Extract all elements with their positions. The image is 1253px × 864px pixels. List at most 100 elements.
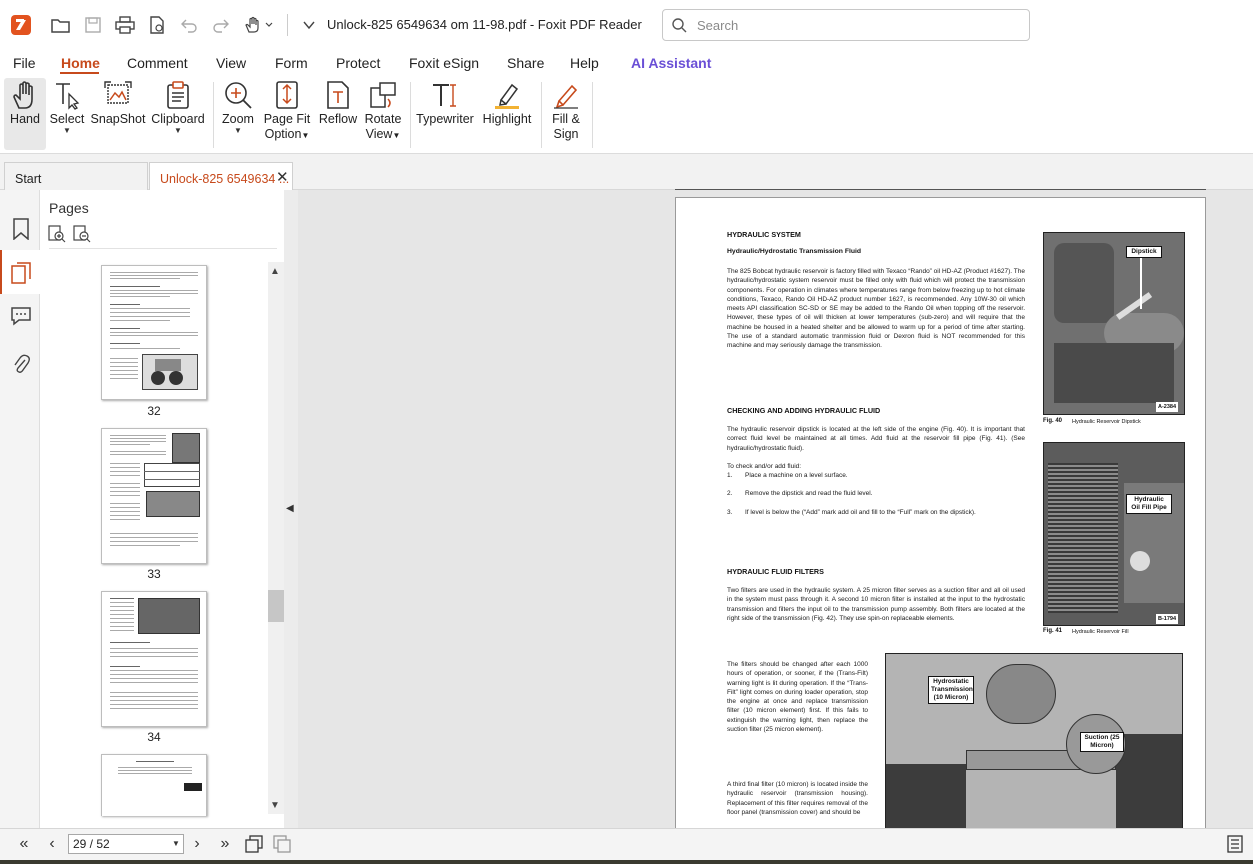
highlight-icon [492, 78, 522, 112]
figure-40-caption: Hydraulic Reservoir Dipstick [1072, 419, 1141, 425]
thumbnail-zoom-in-icon[interactable] [48, 225, 66, 243]
page-fit-caret-icon[interactable]: ▼ [301, 131, 309, 140]
hand-tool-button[interactable]: Hand [4, 78, 46, 150]
ribbon-divider [541, 82, 542, 148]
page-dropdown-caret-icon[interactable]: ▼ [172, 839, 180, 848]
snapshot-label: SnapShot [90, 112, 146, 126]
pages-panel-scrollbar[interactable] [268, 262, 284, 814]
last-page-icon[interactable]: » [215, 835, 235, 853]
rotate-view-button[interactable]: Rotate View▼ [362, 78, 404, 150]
foxit-logo-icon[interactable] [8, 12, 34, 38]
thumbnail-page-number: 34 [147, 730, 161, 744]
attachment-icon[interactable] [8, 351, 34, 377]
typewriter-button[interactable]: Typewriter [416, 78, 474, 150]
menu-home[interactable]: Home [61, 55, 100, 71]
paragraph-fluid-spec: The 825 Bobcat hydraulic reservoir is fa… [727, 268, 1025, 350]
document-tab-bar: Start Unlock-825 6549634 ... [0, 154, 1253, 190]
page-thumbnail[interactable] [101, 428, 207, 564]
menu-foxit-esign[interactable]: Foxit eSign [409, 55, 479, 71]
next-page-icon[interactable]: › [187, 835, 207, 853]
save-icon[interactable] [80, 12, 106, 38]
select-caret-icon[interactable]: ▼ [63, 127, 71, 135]
snapshot-button[interactable]: SnapShot [90, 78, 146, 150]
bookmark-icon[interactable] [8, 216, 34, 242]
step-number: 1. [727, 472, 733, 479]
menu-file[interactable]: File [13, 55, 36, 71]
step-number: 3. [727, 509, 733, 516]
reflow-button[interactable]: Reflow [318, 78, 358, 150]
panel-divider [49, 248, 277, 249]
next-view-icon[interactable] [272, 835, 292, 853]
figure-41-caption: Hydraulic Reservoir Fill [1072, 629, 1129, 635]
search-box[interactable] [662, 9, 1030, 41]
menu-bar: File Home Comment View Form Protect Foxi… [0, 50, 1253, 76]
figure-42-callout-suction: Suction (25 Micron) [1080, 732, 1124, 752]
menu-share[interactable]: Share [507, 55, 544, 71]
previous-page-icon[interactable]: ‹ [42, 835, 62, 853]
hand-tool-dropdown-icon[interactable] [242, 12, 276, 38]
hand-icon [11, 78, 39, 112]
page-number-input[interactable]: 29 / 52 [68, 834, 184, 854]
undo-icon[interactable] [176, 12, 202, 38]
clipboard-button[interactable]: Clipboard ▼ [150, 78, 206, 150]
scrollbar-thumb[interactable] [268, 590, 284, 622]
rotate-icon [368, 78, 398, 112]
menu-ai-assistant[interactable]: AI Assistant [631, 55, 711, 71]
page-fit-label-2: Option▼ [265, 127, 310, 143]
previous-view-icon[interactable] [244, 835, 264, 853]
pdf-page[interactable]: HYDRAULIC SYSTEM Hydraulic/Hydrostatic T… [675, 197, 1206, 837]
figure-41-photo [1043, 442, 1185, 626]
rotate-caret-icon[interactable]: ▼ [392, 131, 400, 140]
figure-41-code: B-1794 [1156, 614, 1179, 624]
search-input[interactable] [697, 16, 1017, 34]
zoom-caret-icon[interactable]: ▼ [234, 127, 242, 135]
first-page-icon[interactable]: « [14, 835, 34, 853]
select-label: Select [49, 112, 85, 126]
paragraph-dipstick: The hydraulic reservoir dipstick is loca… [727, 426, 1025, 452]
zoom-button[interactable]: Zoom ▼ [220, 78, 256, 150]
typewriter-label: Typewriter [416, 112, 474, 126]
pages-thumbnail-icon[interactable] [8, 260, 34, 286]
thumbnail-zoom-out-icon[interactable] [73, 225, 91, 243]
properties-icon[interactable] [144, 12, 170, 38]
tab-document[interactable]: Unlock-825 6549634 ... [149, 162, 293, 190]
page-thumbnail[interactable] [101, 265, 207, 400]
select-tool-button[interactable]: Select ▼ [50, 78, 84, 150]
figure-40-callout: Dipstick [1126, 246, 1162, 258]
collapse-panel-icon[interactable]: ◀ [286, 503, 294, 514]
os-taskbar-edge [0, 860, 1253, 864]
select-text-icon [53, 78, 81, 112]
close-tab-icon[interactable]: ✕ [276, 170, 289, 185]
tab-start[interactable]: Start [4, 162, 148, 190]
customize-dropdown-icon[interactable] [296, 12, 322, 38]
menu-comment[interactable]: Comment [127, 55, 188, 71]
scroll-down-icon[interactable]: ▼ [270, 800, 280, 811]
rotate-label-2-text: View [365, 127, 393, 141]
page-fit-label-1: Page Fit [263, 112, 311, 126]
window-title: Unlock-825 6549634 om 11-98.pdf - Foxit … [327, 17, 642, 32]
menu-help[interactable]: Help [570, 55, 599, 71]
menu-protect[interactable]: Protect [336, 55, 380, 71]
page-layout-icon[interactable] [1227, 835, 1243, 853]
menu-form[interactable]: Form [275, 55, 308, 71]
page-thumbnail[interactable] [101, 591, 207, 727]
scroll-up-icon[interactable]: ▲ [270, 266, 280, 277]
zoom-icon [223, 78, 253, 112]
clipboard-caret-icon[interactable]: ▼ [174, 127, 182, 135]
page-fit-option-button[interactable]: Page Fit Option▼ [262, 78, 312, 150]
comments-icon[interactable] [8, 303, 34, 329]
fill-sign-label-2: Sign [553, 127, 579, 141]
hand-label: Hand [10, 112, 40, 126]
redo-icon[interactable] [208, 12, 234, 38]
page-thumbnail[interactable] [101, 754, 207, 816]
menu-view[interactable]: View [216, 55, 246, 71]
ribbon-divider [592, 82, 593, 148]
fill-sign-button[interactable]: Fill & Sign [546, 78, 586, 150]
thumbnail-figure [142, 354, 198, 390]
highlight-button[interactable]: Highlight [480, 78, 534, 150]
clipboard-icon [165, 78, 191, 112]
print-icon[interactable] [112, 12, 138, 38]
step-text: Remove the dipstick and read the fluid l… [745, 490, 873, 497]
figure-41-callout: Hydraulic Oil Fill Pipe [1126, 494, 1172, 514]
open-folder-icon[interactable] [48, 12, 74, 38]
